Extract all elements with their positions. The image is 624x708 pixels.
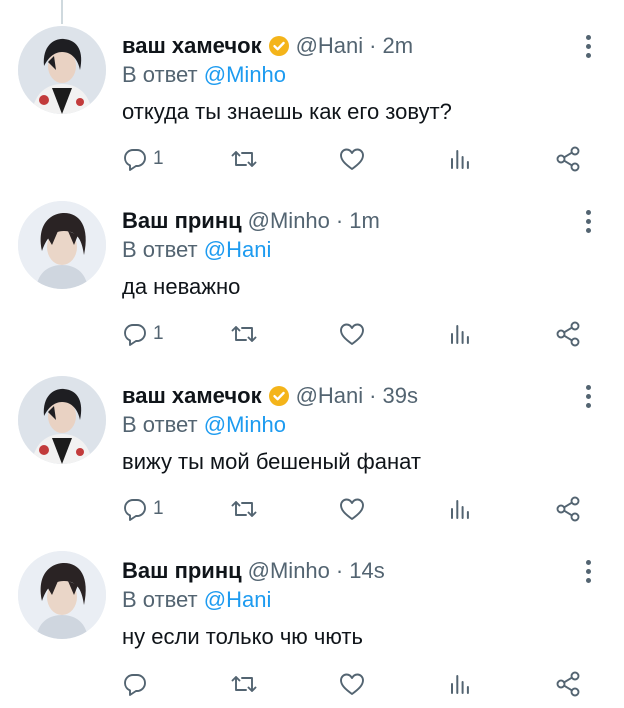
views-button[interactable]	[448, 317, 472, 351]
separator: ·	[369, 383, 377, 408]
retweet-icon	[231, 501, 257, 517]
retweet-button[interactable]	[230, 667, 258, 701]
like-icon	[340, 148, 364, 170]
tweet-header: ваш хамечок @Hani · 39s	[122, 382, 418, 410]
share-button[interactable]	[554, 667, 582, 701]
tweet-header: Ваш принц @Minho · 1m	[122, 207, 380, 235]
views-button[interactable]	[448, 667, 472, 701]
reply-prefix: В ответ	[122, 62, 198, 87]
tweet[interactable]: Ваш принц @Minho · 14s В ответ @Hani ну …	[0, 525, 624, 700]
reply-context: В ответ @Hani	[122, 237, 271, 263]
author-handle[interactable]: @Hani	[296, 382, 364, 410]
reply-count: 1	[153, 148, 164, 169]
reply-count: 1	[153, 323, 164, 344]
like-button[interactable]	[338, 667, 366, 701]
retweet-icon	[231, 676, 257, 692]
like-button[interactable]	[338, 317, 366, 351]
author-name[interactable]: ваш хамечок	[122, 382, 262, 410]
tweet-text: ну если только чю чють	[122, 624, 363, 649]
share-button[interactable]	[554, 142, 582, 176]
retweet-button[interactable]	[230, 317, 258, 351]
tweet[interactable]: ваш хамечок @Hani · 2m В ответ @Minho от…	[0, 0, 624, 175]
reply-context: В ответ @Hani	[122, 587, 271, 613]
views-icon	[451, 675, 469, 694]
action-bar: 1	[122, 317, 602, 351]
avatar[interactable]	[18, 551, 106, 639]
verified-badge-icon	[268, 35, 290, 57]
reply-context: В ответ @Minho	[122, 412, 286, 438]
timestamp[interactable]: 2m	[383, 32, 414, 60]
reply-mention-link[interactable]: @Minho	[204, 62, 286, 87]
reply-mention-link[interactable]: @Hani	[204, 587, 272, 612]
author-handle[interactable]: @Hani	[296, 32, 364, 60]
tweet[interactable]: ваш хамечок @Hani · 39s В ответ @Minho в…	[0, 350, 624, 525]
tweet-text: вижу ты мой бешеный фанат	[122, 449, 421, 474]
reply-button[interactable]: 1	[122, 317, 164, 351]
separator: ·	[335, 208, 344, 233]
author-name[interactable]: ваш хамечок	[122, 32, 262, 60]
retweet-button[interactable]	[230, 492, 258, 526]
reply-icon	[124, 499, 146, 521]
tweet-header: Ваш принц @Minho · 14s	[122, 557, 385, 585]
avatar[interactable]	[18, 201, 106, 289]
reply-mention-link[interactable]: @Minho	[204, 412, 286, 437]
more-icon[interactable]	[578, 382, 598, 410]
views-button[interactable]	[448, 142, 472, 176]
timestamp[interactable]: 14s	[349, 557, 384, 585]
avatar[interactable]	[18, 376, 106, 464]
retweet-icon	[231, 151, 257, 167]
separator: ·	[335, 558, 344, 583]
tweet-header: ваш хамечок @Hani · 2m	[122, 32, 413, 60]
like-icon	[340, 498, 364, 520]
more-icon[interactable]	[578, 207, 598, 235]
verified-badge-icon	[268, 385, 290, 407]
author-name[interactable]: Ваш принц	[122, 207, 242, 235]
reply-button[interactable]	[122, 667, 153, 701]
avatar[interactable]	[18, 26, 106, 114]
views-icon	[451, 325, 469, 344]
reply-button[interactable]: 1	[122, 492, 164, 526]
like-icon	[340, 673, 364, 695]
reply-icon	[124, 149, 146, 171]
reply-prefix: В ответ	[122, 587, 198, 612]
views-button[interactable]	[448, 492, 472, 526]
retweet-button[interactable]	[230, 142, 258, 176]
reply-prefix: В ответ	[122, 237, 198, 262]
reply-button[interactable]: 1	[122, 142, 164, 176]
action-bar: 1	[122, 492, 602, 526]
share-button[interactable]	[554, 317, 582, 351]
author-handle[interactable]: @Minho	[248, 557, 330, 585]
retweet-icon	[231, 326, 257, 342]
author-handle[interactable]: @Minho	[248, 207, 330, 235]
share-icon	[556, 321, 580, 347]
share-button[interactable]	[554, 492, 582, 526]
tweet-text: откуда ты знаешь как его зовут?	[122, 99, 452, 124]
action-bar	[122, 667, 602, 701]
like-icon	[340, 323, 364, 345]
tweet-text: да неважно	[122, 274, 241, 299]
reply-count: 1	[153, 498, 164, 519]
like-button[interactable]	[338, 142, 366, 176]
views-icon	[451, 150, 469, 169]
timestamp[interactable]: 1m	[349, 207, 380, 235]
separator: ·	[369, 33, 377, 58]
more-icon[interactable]	[578, 557, 598, 585]
more-icon[interactable]	[578, 32, 598, 60]
action-bar: 1	[122, 142, 602, 176]
share-icon	[556, 671, 580, 697]
timestamp[interactable]: 39s	[383, 382, 418, 410]
reply-icon	[124, 324, 146, 346]
like-button[interactable]	[338, 492, 366, 526]
reply-mention-link[interactable]: @Hani	[204, 237, 272, 262]
reply-icon	[124, 674, 146, 696]
views-icon	[451, 500, 469, 519]
reply-prefix: В ответ	[122, 412, 198, 437]
share-icon	[556, 496, 580, 522]
tweet[interactable]: Ваш принц @Minho · 1m В ответ @Hani да н…	[0, 175, 624, 350]
reply-context: В ответ @Minho	[122, 62, 286, 88]
share-icon	[556, 146, 580, 172]
author-name[interactable]: Ваш принц	[122, 557, 242, 585]
